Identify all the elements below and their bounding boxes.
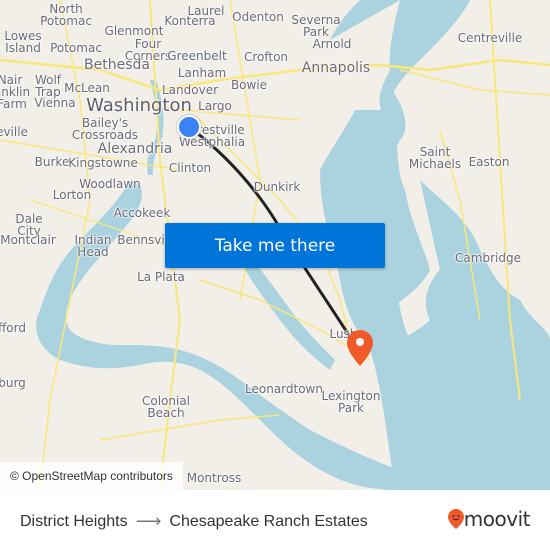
place-label: Glenmont	[104, 24, 164, 38]
place-label: La Plata	[137, 270, 185, 284]
footer: District Heights ⟶ Chesapeake Ranch Esta…	[0, 490, 550, 550]
place-label: Largo	[198, 99, 232, 113]
place-label: Severna Park	[291, 13, 341, 39]
place-label: fford	[0, 321, 26, 335]
place-label: Bowie	[230, 78, 268, 92]
moovit-pin-icon	[447, 509, 464, 529]
destination-pin-icon[interactable]	[347, 330, 373, 366]
place-label: Lowes Island	[4, 29, 42, 55]
place-label: Alexandria	[97, 141, 173, 157]
place-label: eville	[0, 125, 28, 139]
place-label: Indian Head	[74, 233, 112, 259]
place-label: Bailey's Crossroads	[71, 116, 139, 142]
place-label: Montross	[186, 471, 242, 485]
place-label: Clinton	[168, 161, 212, 175]
place-label: Annapolis	[301, 60, 371, 76]
place-label: Vienna	[34, 96, 76, 110]
place-label: Cambridge	[455, 251, 521, 265]
place-label: Dunkirk	[253, 180, 301, 194]
place-label: Arnold	[312, 37, 352, 51]
bay-upper-east	[389, 0, 470, 90]
place-label: burg	[0, 376, 26, 390]
place-label: anklin Farm	[0, 85, 31, 111]
moovit-wordmark: moovit	[463, 507, 531, 531]
patuxent-river	[240, 255, 335, 370]
place-label: Centreville	[457, 31, 523, 45]
place-label: Potomac	[50, 41, 102, 55]
take-me-there-button[interactable]: Take me there	[165, 223, 385, 268]
place-label: Lexington Park	[321, 389, 381, 415]
place-label: Crofton	[243, 50, 289, 64]
place-label: Burke	[34, 155, 70, 169]
place-label: McLean	[64, 81, 110, 95]
place-label: Montclair	[0, 233, 56, 247]
place-label: Colonial Beach	[141, 394, 191, 420]
route-summary: District Heights ⟶ Chesapeake Ranch Esta…	[20, 511, 368, 532]
place-label: Accokeek	[113, 206, 171, 220]
place-label: North Potomac	[40, 2, 92, 28]
place-label: Washington	[86, 95, 192, 116]
place-label: Greenbelt	[167, 49, 227, 63]
arrow-right-icon: ⟶	[135, 511, 162, 531]
place-label: Konterra	[164, 14, 216, 28]
place-label: Odenton	[232, 10, 284, 24]
place-label: Lorton	[52, 188, 92, 202]
moovit-logo[interactable]: moovit	[447, 507, 531, 531]
place-label: Bethesda	[84, 57, 150, 73]
origin-marker[interactable]	[177, 115, 201, 139]
place-label: Easton	[468, 155, 510, 169]
place-label: Saint Michaels	[408, 145, 462, 171]
origin-name: District Heights	[20, 512, 128, 530]
bay-middle	[320, 110, 430, 310]
map[interactable]: North Potomac Lowes Island Potomac Glenm…	[0, 0, 550, 490]
destination-name: Chesapeake Ranch Estates	[169, 512, 368, 530]
place-label: Kingstowne	[68, 156, 138, 170]
map-attribution[interactable]: © OpenStreetMap contributors	[0, 462, 183, 490]
place-label: Leonardtown	[245, 382, 323, 396]
place-label: Lanham	[177, 66, 227, 80]
place-label: Wolf Trap	[34, 73, 62, 99]
